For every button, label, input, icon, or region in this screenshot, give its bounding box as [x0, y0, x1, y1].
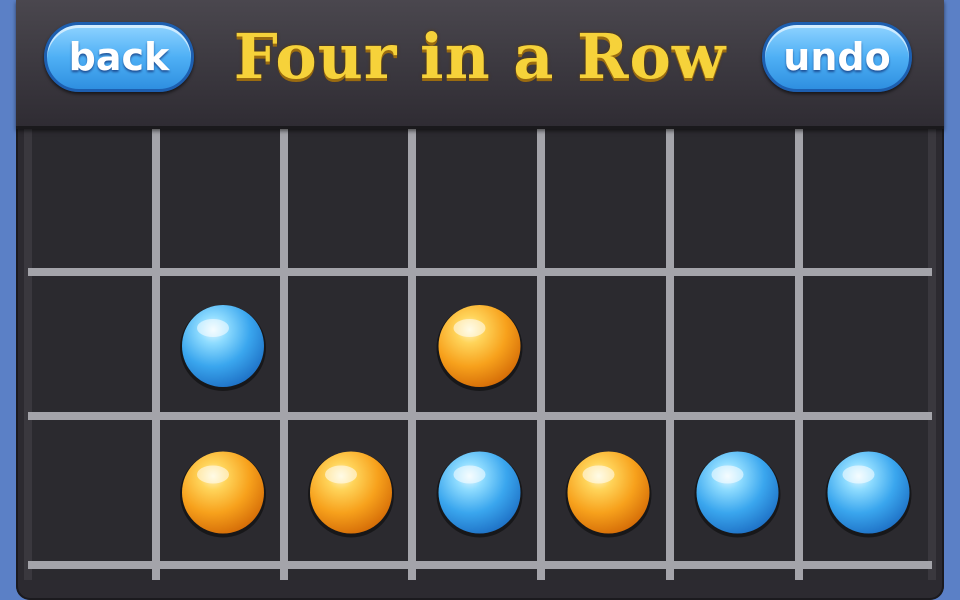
- grid-line-horizontal: [28, 412, 932, 420]
- orange-piece: [308, 451, 394, 538]
- board-cell[interactable]: [28, 128, 156, 272]
- grid-line-vertical: [24, 126, 32, 580]
- back-button[interactable]: back: [44, 22, 194, 92]
- grid-line-horizontal: [28, 268, 932, 276]
- grid-line-vertical: [928, 126, 936, 580]
- undo-button[interactable]: undo: [762, 22, 912, 92]
- grid-line-vertical: [152, 126, 160, 580]
- game-title: Four in a Row: [233, 19, 727, 93]
- orange-piece: [180, 451, 266, 538]
- orange-piece: [436, 305, 523, 391]
- blue-piece: [825, 451, 912, 538]
- board-cell[interactable]: [541, 128, 670, 272]
- board-cell[interactable]: [28, 416, 156, 565]
- board-cell[interactable]: [412, 128, 541, 272]
- board-cell[interactable]: [670, 128, 799, 272]
- grid-line-vertical: [280, 126, 288, 580]
- board-cell[interactable]: [541, 272, 670, 416]
- board-cell[interactable]: [284, 128, 412, 272]
- grid-line-vertical: [408, 126, 416, 580]
- board-cell[interactable]: [799, 272, 932, 416]
- board-cell[interactable]: [28, 272, 156, 416]
- board-cell[interactable]: [156, 128, 284, 272]
- board-cell[interactable]: [799, 128, 932, 272]
- grid-line-vertical: [795, 126, 803, 580]
- blue-piece: [694, 451, 781, 538]
- board-cell[interactable]: [284, 272, 412, 416]
- grid-line-vertical: [666, 126, 674, 580]
- grid-line-vertical: [537, 126, 545, 580]
- grid-line-horizontal: [28, 561, 932, 569]
- board-cell[interactable]: [670, 272, 799, 416]
- blue-piece: [180, 305, 266, 391]
- blue-piece: [436, 451, 523, 538]
- orange-piece: [565, 451, 652, 538]
